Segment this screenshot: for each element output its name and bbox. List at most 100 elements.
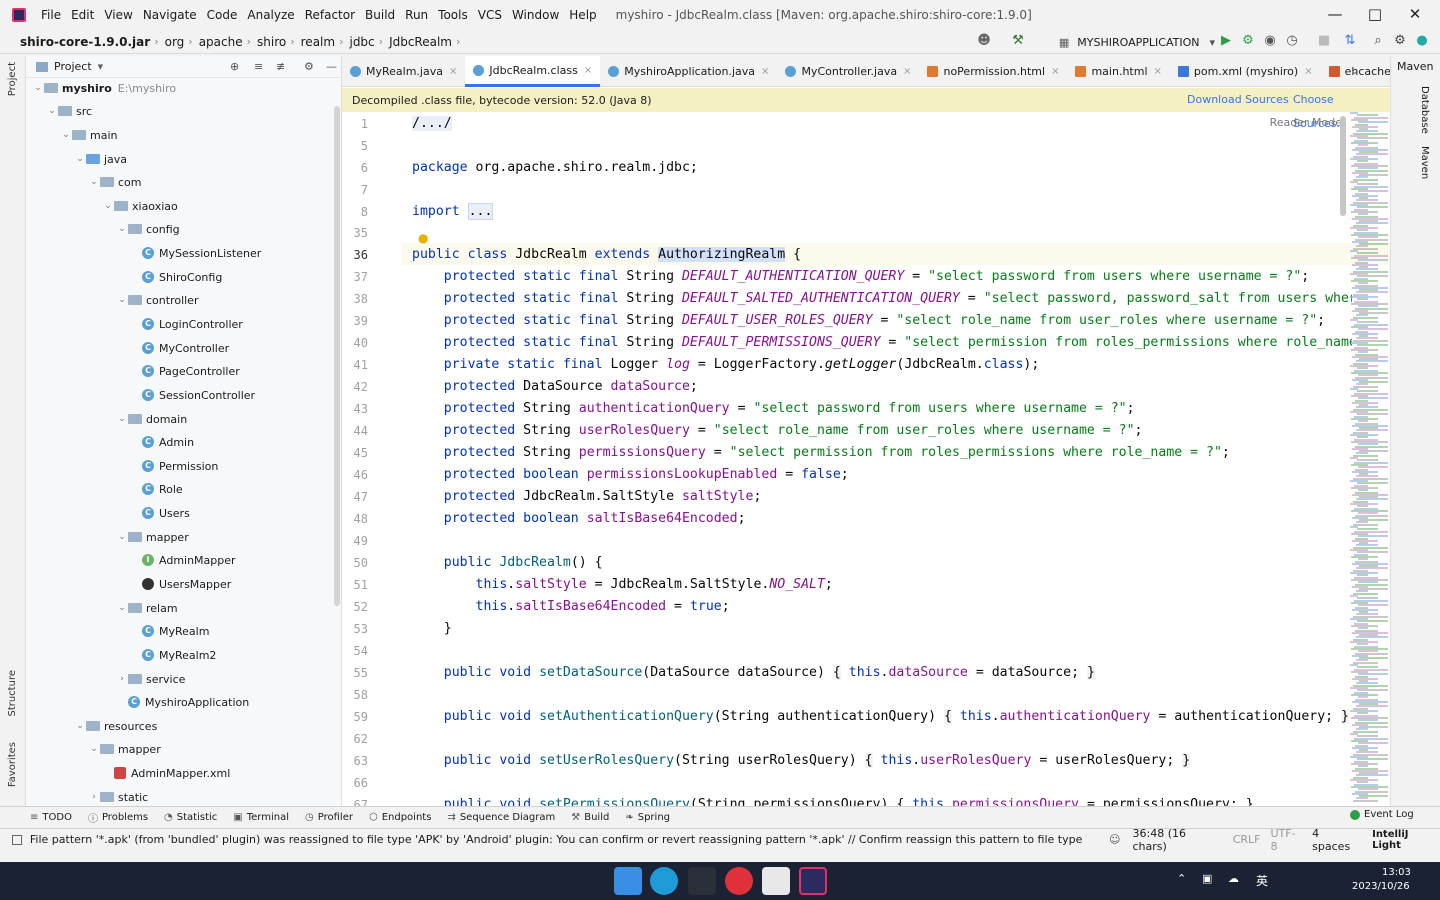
- tool-window-build[interactable]: ⚒ Build: [571, 812, 609, 823]
- reader-mode-toggle[interactable]: Reader Mode: [1270, 116, 1342, 129]
- editor-tab[interactable]: MyshiroApplication.java ×: [600, 56, 777, 87]
- menu-refactor[interactable]: Refactor: [300, 0, 360, 30]
- tab-structure[interactable]: Structure: [7, 670, 18, 717]
- tool-window-terminal[interactable]: ▣ Terminal: [233, 812, 289, 823]
- hammer-icon[interactable]: ⚒: [1010, 33, 1026, 49]
- clock-time[interactable]: 13:03: [1382, 867, 1411, 878]
- chevron-down-icon[interactable]: ⌄: [116, 532, 128, 542]
- tray-chevron-icon[interactable]: ⌃: [1177, 872, 1186, 885]
- tree-node[interactable]: › service: [116, 668, 185, 690]
- cloud-icon[interactable]: ☁: [1228, 872, 1239, 885]
- tree-node[interactable]: ⌄ main: [60, 124, 117, 146]
- code-area[interactable]: /.../ package org.apache.shiro.realm.jdb…: [412, 113, 1352, 806]
- edge-icon[interactable]: [650, 867, 678, 895]
- menu-run[interactable]: Run: [400, 0, 433, 30]
- tab-project[interactable]: Project: [7, 62, 18, 96]
- menu-navigate[interactable]: Navigate: [138, 0, 202, 30]
- netease-music-icon[interactable]: [725, 867, 753, 895]
- download-sources-link[interactable]: Download Sources: [1187, 88, 1289, 112]
- chevron-right-icon[interactable]: ›: [116, 674, 128, 684]
- tool-window-todo[interactable]: ≡ TODO: [30, 812, 72, 823]
- tree-node[interactable]: ⌄ relam: [116, 597, 177, 619]
- gear-icon[interactable]: ⚙: [1392, 33, 1408, 49]
- tray-app-icon[interactable]: ▣: [1202, 872, 1212, 885]
- close-button[interactable]: ✕: [1392, 0, 1438, 30]
- tool-window-problems[interactable]: ⓘ Problems: [88, 810, 148, 825]
- project-scrollbar[interactable]: [334, 106, 340, 606]
- tree-node[interactable]: C LoginController: [130, 313, 243, 335]
- tree-node[interactable]: ⌄ resources: [74, 715, 157, 737]
- code-minimap[interactable]: [1346, 112, 1390, 802]
- editor-tab[interactable]: MyController.java ×: [777, 56, 919, 87]
- breadcrumb-item[interactable]: shiro: [257, 35, 286, 49]
- tree-node[interactable]: › static: [88, 786, 148, 806]
- menu-help[interactable]: Help: [564, 0, 601, 30]
- vcs-icon[interactable]: ⇅: [1342, 33, 1358, 49]
- close-icon[interactable]: ×: [1304, 66, 1312, 77]
- clock-date[interactable]: 2023/10/26: [1352, 881, 1410, 892]
- menu-analyze[interactable]: Analyze: [242, 0, 299, 30]
- status-toggle-icon[interactable]: [12, 834, 22, 845]
- tree-node[interactable]: ⌄ config: [116, 218, 179, 240]
- tree-node[interactable]: ⌄ src: [46, 100, 92, 122]
- tree-node[interactable]: C MyshiroApplication: [116, 691, 249, 713]
- locate-icon[interactable]: ⊕: [230, 60, 239, 73]
- user-icon[interactable]: ☻: [976, 33, 992, 49]
- tree-node[interactable]: ⌄ domain: [116, 408, 187, 430]
- chevron-down-icon[interactable]: ⌄: [32, 83, 44, 93]
- editor-tab[interactable]: pom.xml (myshiro) ×: [1170, 56, 1321, 87]
- tree-node[interactable]: C ShiroConfig: [130, 266, 222, 288]
- chevron-right-icon[interactable]: ›: [88, 792, 100, 802]
- tool-window-profiler[interactable]: ◷ Profiler: [305, 812, 353, 823]
- close-icon[interactable]: ×: [903, 66, 911, 77]
- coverage-icon[interactable]: ◉: [1262, 33, 1278, 49]
- tree-node[interactable]: ⌄ xiaoxiao: [102, 195, 178, 217]
- tree-node[interactable]: ⌄ java: [74, 148, 127, 170]
- breadcrumb-item[interactable]: jdbc: [349, 35, 374, 49]
- menu-code[interactable]: Code: [202, 0, 243, 30]
- tree-node[interactable]: ⌄ mapper: [116, 526, 189, 548]
- hide-icon[interactable]: —: [326, 60, 337, 73]
- intellij-taskbar-icon[interactable]: [799, 867, 827, 895]
- tab-maven[interactable]: Maven: [1419, 146, 1430, 179]
- indent-setting[interactable]: 4 spaces: [1312, 827, 1360, 853]
- tree-node[interactable]: ⌄ myshiro E:\myshiro: [32, 77, 176, 99]
- debug-icon[interactable]: ⚙: [1240, 33, 1256, 49]
- search-icon[interactable]: ⌕: [1370, 33, 1386, 49]
- tree-node[interactable]: C MyController: [130, 337, 229, 359]
- tool-window-spring[interactable]: ❧ Spring: [625, 812, 670, 823]
- close-icon[interactable]: ×: [761, 66, 769, 77]
- chevron-down-icon[interactable]: ⌄: [116, 603, 128, 613]
- typora-icon[interactable]: [762, 867, 790, 895]
- chevron-down-icon[interactable]: ⌄: [102, 201, 114, 211]
- profile-icon[interactable]: ◷: [1284, 33, 1300, 49]
- editor-tab[interactable]: main.html ×: [1067, 56, 1169, 87]
- tool-window-sequence-diagram[interactable]: ⇉ Sequence Diagram: [447, 812, 555, 823]
- tree-node[interactable]: C Users: [130, 502, 190, 524]
- maven-tab-label[interactable]: Maven: [1397, 60, 1433, 73]
- toolbox-icon[interactable]: ●: [1414, 33, 1430, 49]
- tool-window-endpoints[interactable]: ⬡ Endpoints: [369, 812, 431, 823]
- chevron-down-icon[interactable]: ⌄: [74, 721, 86, 731]
- tree-node[interactable]: C Permission: [130, 455, 218, 477]
- tree-node[interactable]: ⌄ controller: [116, 289, 198, 311]
- editor-tab[interactable]: JdbcRealm.class ×: [465, 56, 601, 87]
- chevron-down-icon[interactable]: ⌄: [46, 106, 58, 116]
- status-message[interactable]: File pattern '*.apk' (from 'bundled' plu…: [30, 833, 1087, 846]
- collapse-all-icon[interactable]: ≢: [276, 60, 285, 73]
- menu-tools[interactable]: Tools: [433, 0, 473, 30]
- breadcrumb-item[interactable]: org: [165, 35, 185, 49]
- breadcrumb-item[interactable]: apache: [199, 35, 243, 49]
- close-icon[interactable]: ×: [584, 65, 592, 76]
- tree-node[interactable]: C MySessionListener: [130, 242, 261, 264]
- tree-node[interactable]: C MyRealm2: [130, 644, 216, 666]
- expand-all-icon[interactable]: ≡: [254, 60, 263, 73]
- run-configuration-select[interactable]: ▦ MYSHIROAPPLICATION ▾: [1059, 31, 1215, 53]
- breadcrumb-item[interactable]: shiro-core-1.9.0.jar: [20, 35, 150, 49]
- file-encoding[interactable]: UTF-8: [1270, 827, 1302, 853]
- theme-indicator[interactable]: IntelliJ Light: [1372, 829, 1440, 851]
- tree-node[interactable]: I AdminMapper: [130, 549, 236, 571]
- close-icon[interactable]: ×: [449, 66, 457, 77]
- menu-file[interactable]: File: [36, 0, 66, 30]
- run-icon[interactable]: ▶: [1218, 33, 1234, 49]
